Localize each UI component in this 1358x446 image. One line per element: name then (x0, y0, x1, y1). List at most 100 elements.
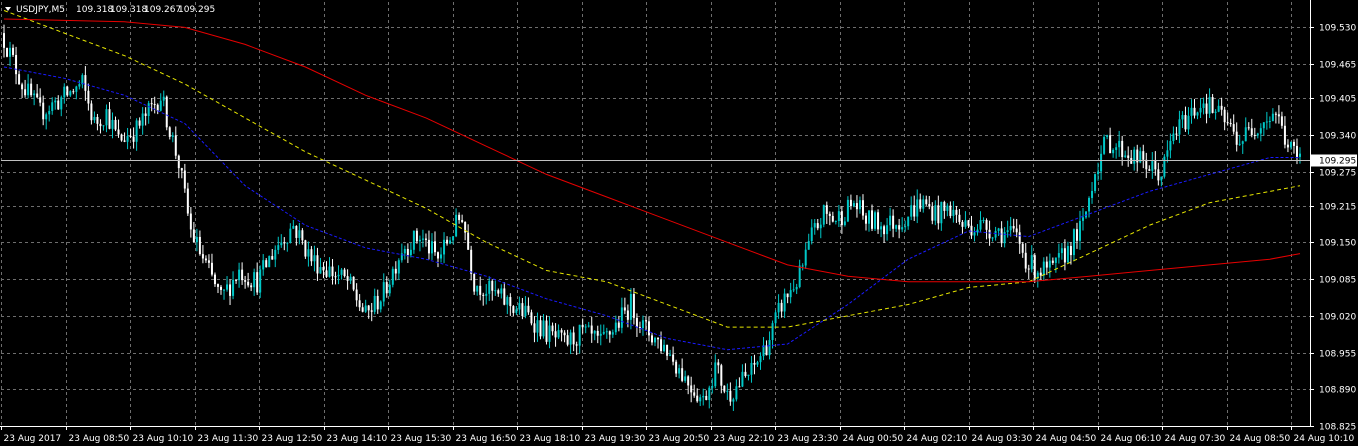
candle-body (678, 368, 681, 374)
candle-body (259, 269, 262, 293)
candle-body (198, 236, 201, 255)
candle-body (213, 274, 216, 285)
x-tick-label: 23 Aug 10:10 (133, 434, 194, 444)
candle-body (1232, 124, 1235, 132)
candle-body (506, 297, 509, 305)
candle-body (1042, 261, 1045, 276)
candle-body (657, 337, 660, 340)
candle-body (1091, 190, 1094, 198)
candle-body (1292, 141, 1295, 146)
candle-body (449, 240, 452, 244)
candle-body (108, 109, 111, 129)
price-chart[interactable]: 109.595109.530109.465109.405109.340109.2… (0, 0, 1358, 446)
candle-body (711, 386, 714, 388)
y-tick-label: 109.275 (1319, 169, 1356, 179)
candle-body (1163, 156, 1166, 177)
candle-body (51, 102, 54, 111)
candle-body (1145, 159, 1148, 170)
candle-body (54, 100, 57, 103)
candle-body (482, 294, 485, 296)
candle-body (226, 284, 229, 290)
candle-body (542, 320, 545, 337)
candle-body (810, 227, 813, 242)
candle-body (150, 103, 153, 105)
candle-body (789, 290, 792, 298)
candle-body (93, 116, 96, 121)
candle-body (274, 249, 277, 260)
candle-body (825, 205, 828, 214)
candle-body (174, 135, 177, 156)
candle-body (60, 97, 63, 110)
candle-body (1271, 113, 1274, 121)
candle-body (1094, 174, 1097, 191)
candle-body (729, 390, 732, 402)
candle-body (159, 100, 162, 111)
candle-body (415, 230, 418, 242)
candle-body (488, 280, 491, 294)
candle-body (189, 213, 192, 230)
candle-body (1196, 112, 1199, 116)
candle-body (663, 344, 666, 352)
candle-body (545, 320, 548, 342)
candle-body (708, 387, 711, 401)
candle-body (1127, 155, 1130, 158)
candle-body (1199, 107, 1202, 113)
candle-body (18, 74, 21, 85)
candle-body (102, 125, 105, 127)
x-tick-label: 23 Aug 19:30 (585, 434, 646, 444)
candle-body (337, 274, 340, 277)
candle-body (418, 239, 421, 242)
candle-body (325, 270, 328, 277)
candle-body (229, 284, 232, 296)
candle-body (286, 242, 289, 244)
candle-body (207, 260, 210, 263)
candle-body (406, 248, 409, 256)
candle-body (1106, 135, 1109, 137)
candle-body (871, 210, 874, 229)
candle-body (129, 135, 132, 137)
candle-body (1274, 113, 1277, 115)
candle-body (747, 374, 750, 376)
candle-body (837, 211, 840, 222)
candle-body (961, 221, 964, 227)
candle-body (717, 362, 720, 366)
candle-body (967, 220, 970, 226)
candle-body (1175, 133, 1178, 135)
candle-body (638, 326, 641, 329)
candle-body (316, 255, 319, 274)
candle-body (738, 386, 741, 388)
candle-body (238, 269, 241, 281)
candle-body (1184, 115, 1187, 130)
candle-body (1268, 120, 1271, 122)
candle-body (183, 170, 186, 189)
candle-body (1262, 122, 1265, 129)
candle-body (759, 356, 762, 363)
candle-body (494, 290, 497, 292)
candle-body (1030, 255, 1033, 270)
candle-body (355, 289, 358, 301)
candle-body (1063, 248, 1066, 263)
candle-body (632, 294, 635, 318)
candle-body (280, 242, 283, 246)
candle-body (1169, 140, 1172, 151)
candle-body (1253, 134, 1256, 136)
candle-body (42, 102, 45, 120)
candle-body (602, 331, 605, 334)
candle-body (1018, 232, 1021, 244)
x-tick-label: 23 Aug 22:10 (714, 434, 775, 444)
candle-body (153, 104, 156, 106)
candle-body (382, 282, 385, 302)
candle-body (126, 135, 129, 142)
candle-body (491, 280, 494, 291)
candle-body (765, 345, 768, 356)
candle-body (849, 199, 852, 207)
candle-body (626, 310, 629, 320)
candle-body (605, 331, 608, 333)
candle-body (455, 214, 458, 237)
candle-body (539, 320, 542, 337)
candle-body (201, 254, 204, 259)
candle-body (720, 365, 723, 386)
candle-body (614, 322, 617, 333)
candle-body (476, 285, 479, 292)
candle-body (1277, 114, 1280, 117)
